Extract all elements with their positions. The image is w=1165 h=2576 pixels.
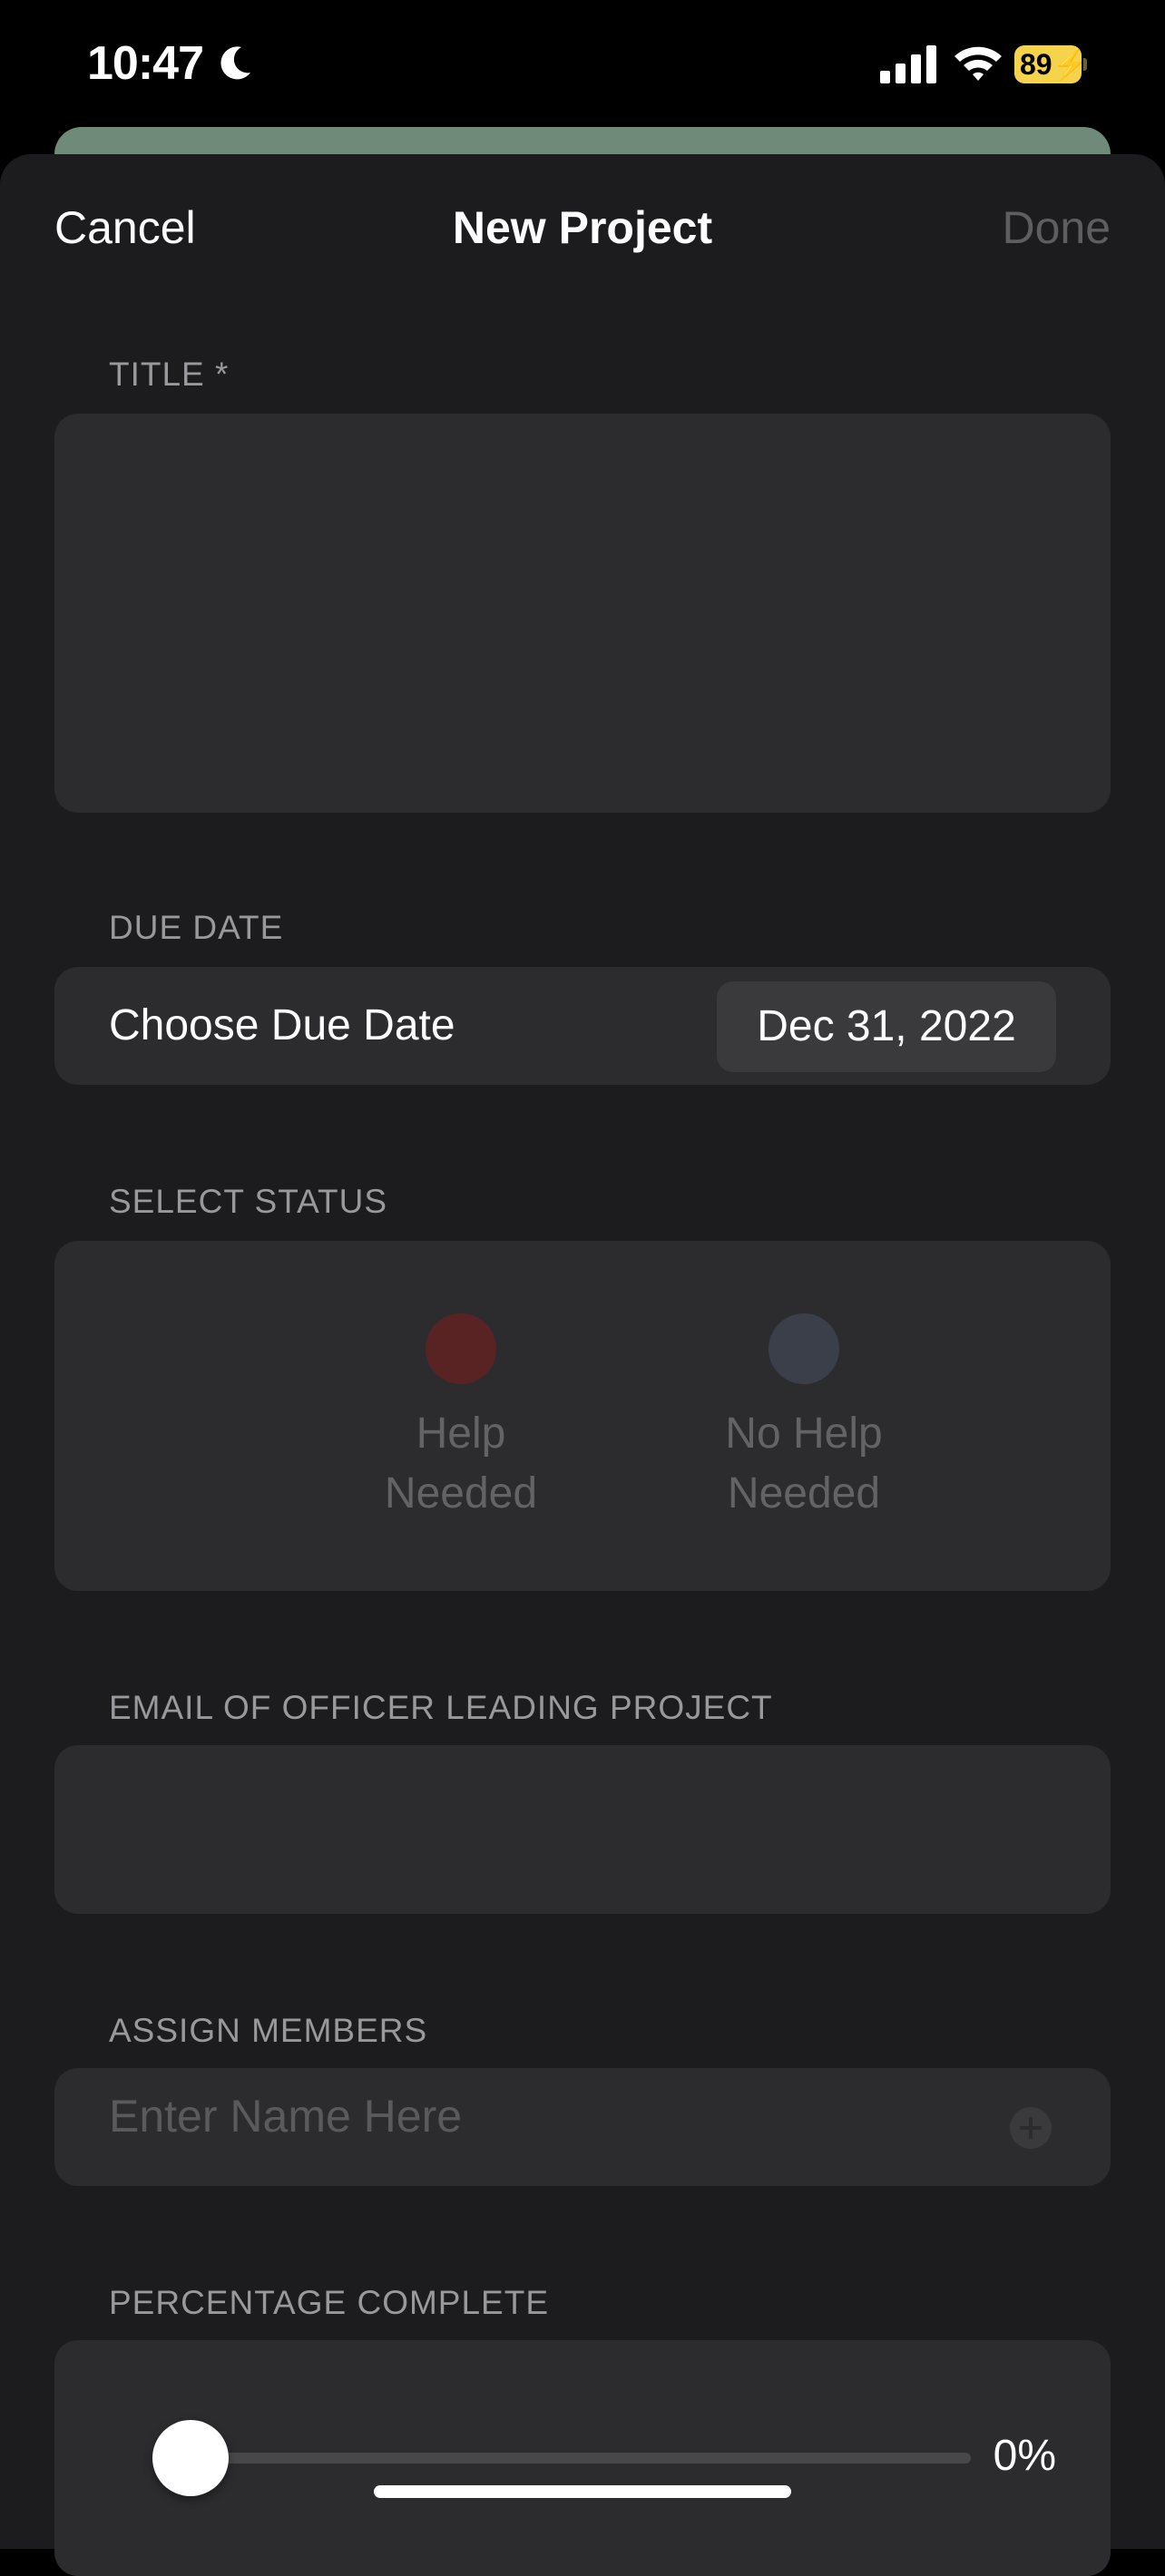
due-date-row: Choose Due Date Dec 31, 2022 — [54, 967, 1111, 1085]
status-option-label: No Help — [725, 1410, 883, 1458]
email-section-label: EMAIL OF OFFICER LEADING PROJECT — [109, 1689, 773, 1726]
percentage-row: 0% — [54, 2340, 1111, 2576]
add-member-icon[interactable] — [1009, 2106, 1052, 2150]
status-time: 10:47 — [87, 37, 204, 90]
status-option-label: Needed — [384, 1469, 538, 1517]
status-option-label: Needed — [727, 1469, 881, 1517]
battery-indicator: 89⚡ — [1014, 45, 1087, 83]
wifi-icon — [955, 46, 1002, 81]
due-date-row-label: Choose Due Date — [109, 1001, 455, 1049]
member-name-input[interactable]: Enter Name Here — [109, 2090, 462, 2142]
status-option-label: Help — [416, 1410, 506, 1458]
officer-email-field[interactable] — [54, 1745, 1111, 1914]
status-option-help-needed[interactable]: Help Needed — [325, 1313, 597, 1524]
title-section-label: TITLE * — [109, 356, 230, 393]
percentage-slider-thumb[interactable] — [152, 2420, 229, 2496]
sheet-title: New Project — [452, 202, 713, 253]
no-help-needed-indicator-dot — [769, 1313, 839, 1384]
status-selector: Help Needed No Help Needed — [54, 1241, 1111, 1591]
battery-level: 89⚡ — [1014, 45, 1082, 83]
percentage-slider-track[interactable] — [191, 2453, 971, 2464]
due-date-section-label: DUE DATE — [109, 909, 284, 946]
battery-nub — [1083, 58, 1087, 71]
status-section-label: SELECT STATUS — [109, 1183, 388, 1220]
moon-icon — [220, 46, 250, 80]
help-needed-indicator-dot — [426, 1313, 496, 1384]
title-text-area[interactable] — [54, 414, 1111, 813]
cellular-signal-icon — [880, 45, 936, 83]
members-section-label: ASSIGN MEMBERS — [109, 2012, 428, 2049]
done-button[interactable]: Done — [1002, 201, 1111, 254]
due-date-picker-button[interactable]: Dec 31, 2022 — [717, 981, 1056, 1072]
home-indicator — [374, 2485, 791, 2498]
assign-members-row: Enter Name Here — [54, 2068, 1111, 2186]
percentage-section-label: PERCENTAGE COMPLETE — [109, 2284, 550, 2321]
status-bar: 10:47 89⚡ — [0, 0, 1165, 136]
percentage-value: 0% — [993, 2432, 1056, 2480]
status-option-no-help-needed[interactable]: No Help Needed — [668, 1313, 940, 1524]
